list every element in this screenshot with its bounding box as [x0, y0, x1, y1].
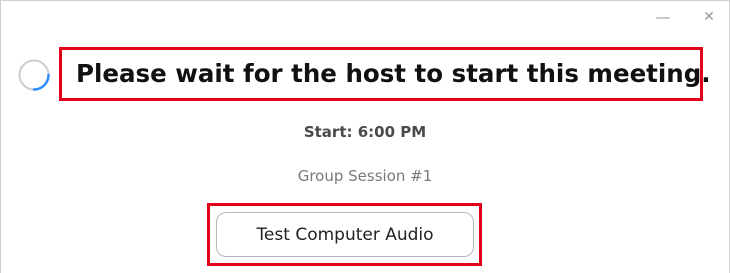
test-computer-audio-button[interactable]: Test Computer Audio	[216, 212, 474, 257]
close-button[interactable]: ✕	[698, 7, 720, 27]
waiting-message: Please wait for the host to start this m…	[76, 59, 711, 88]
loading-spinner-icon	[18, 59, 50, 91]
meeting-topic: Group Session #1	[297, 167, 433, 185]
minimize-button[interactable]: —	[652, 7, 674, 27]
meeting-start-time: Start: 6:00 PM	[303, 123, 427, 141]
